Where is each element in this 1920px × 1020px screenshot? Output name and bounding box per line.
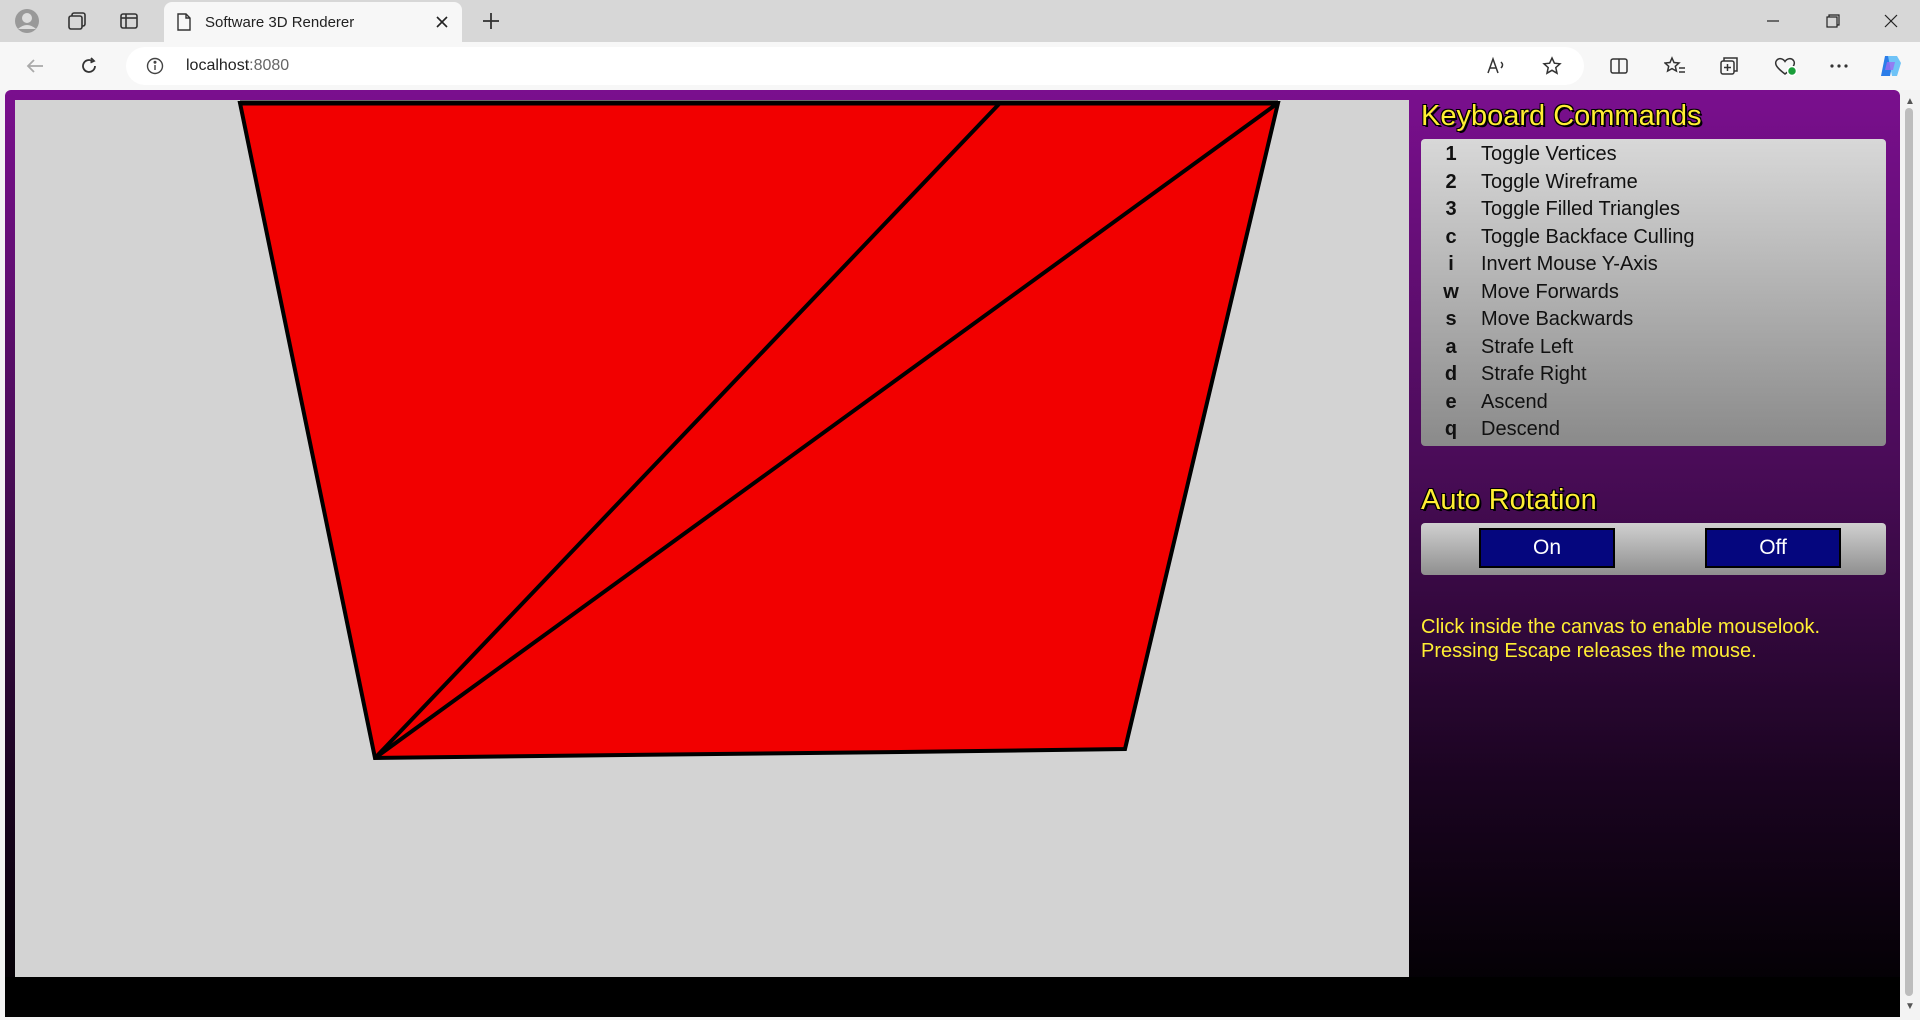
profile-icon[interactable] (12, 6, 42, 36)
keyboard-commands-list: 1 Toggle Vertices 2 Toggle Wireframe 3 Togg… (1421, 139, 1886, 446)
collections-icon[interactable] (1714, 51, 1744, 81)
back-arrow-icon[interactable] (20, 51, 50, 81)
new-tab-plus-icon[interactable] (476, 6, 506, 36)
command-label: Descend (1481, 418, 1560, 441)
auto-rotation-controls: On Off (1421, 522, 1886, 575)
scroll-down-icon[interactable]: ▼ (1903, 999, 1917, 1013)
page-viewport: Keyboard Commands 1 Toggle Vertices 2 Togg… (5, 90, 1900, 1017)
command-row: e Ascend (1421, 389, 1886, 417)
command-row: a Strafe Left (1421, 334, 1886, 362)
command-label: Toggle Wireframe (1481, 170, 1638, 193)
reload-icon[interactable] (74, 51, 104, 81)
auto-rotation-heading: Auto Rotation (1421, 483, 1597, 516)
command-label: Ascend (1481, 390, 1548, 413)
page-footer-strip (5, 977, 1900, 1017)
info-line: Pressing Escape releases the mouse. (1421, 639, 1757, 662)
command-label: Invert Mouse Y-Axis (1481, 253, 1658, 276)
scroll-up-icon[interactable]: ▲ (1903, 94, 1917, 108)
rotation-on-button[interactable]: On (1479, 527, 1615, 568)
command-row: 2 Toggle Wireframe (1421, 169, 1886, 197)
command-row: i Invert Mouse Y-Axis (1421, 251, 1886, 279)
page-scrollbar[interactable]: ▲ ▼ (1900, 90, 1920, 1017)
mouselook-info: Click inside the canvas to enable mousel… (1421, 615, 1891, 663)
command-label: Move Forwards (1481, 280, 1619, 303)
command-key: 3 (1445, 198, 1457, 221)
browser-titlebar: Software 3D Renderer (0, 0, 1920, 42)
page-icon (176, 13, 192, 36)
tab-actions-icon[interactable] (114, 6, 144, 36)
minimize-icon[interactable] (1742, 0, 1804, 42)
command-label: Move Backwards (1481, 308, 1634, 331)
command-label: Strafe Left (1481, 335, 1574, 358)
command-label: Strafe Right (1481, 363, 1587, 386)
favorite-star-icon[interactable] (1542, 56, 1562, 81)
command-key: i (1448, 253, 1454, 276)
close-icon[interactable] (430, 10, 454, 34)
browser-navbar: localhost:8080 (0, 42, 1920, 90)
command-label: Toggle Filled Triangles (1481, 198, 1680, 221)
command-label: Toggle Vertices (1481, 143, 1617, 166)
command-key: d (1444, 363, 1458, 386)
window-close-icon[interactable] (1860, 0, 1920, 42)
command-key: 2 (1445, 170, 1457, 193)
browser-essentials-icon[interactable] (1770, 51, 1800, 81)
site-info-icon[interactable] (146, 57, 164, 80)
scroll-thumb[interactable] (1905, 108, 1913, 996)
render-scene (15, 100, 1409, 977)
command-key: q (1444, 418, 1458, 441)
copilot-icon[interactable] (1876, 51, 1906, 81)
command-key: s (1445, 308, 1457, 331)
keyboard-commands-heading: Keyboard Commands (1421, 100, 1702, 132)
command-row: 3 Toggle Filled Triangles (1421, 196, 1886, 224)
favorites-icon[interactable] (1660, 51, 1690, 81)
command-label: Toggle Backface Culling (1481, 225, 1695, 248)
command-key: e (1445, 390, 1457, 413)
command-row: c Toggle Backface Culling (1421, 224, 1886, 252)
info-line: Click inside the canvas to enable mousel… (1421, 615, 1821, 638)
command-row: s Move Backwards (1421, 306, 1886, 334)
restore-icon[interactable] (1802, 0, 1864, 42)
filled-triangle (237, 101, 1281, 761)
command-key: a (1445, 335, 1457, 358)
command-key: c (1445, 225, 1457, 248)
rotation-off-button[interactable]: Off (1705, 527, 1841, 568)
command-row: q Descend (1421, 416, 1886, 444)
command-key: w (1443, 280, 1459, 303)
more-menu-icon[interactable] (1824, 51, 1854, 81)
split-screen-icon[interactable] (1604, 51, 1634, 81)
workspaces-icon[interactable] (62, 6, 92, 36)
read-aloud-icon[interactable] (1486, 56, 1508, 81)
command-row: w Move Forwards (1421, 279, 1886, 307)
command-row: d Strafe Right (1421, 361, 1886, 389)
url-text: localhost:8080 (186, 57, 290, 74)
address-bar[interactable]: localhost:8080 (126, 47, 1584, 85)
command-key: 1 (1445, 143, 1457, 166)
tab-title: Software 3D Renderer (205, 14, 355, 31)
tab-active[interactable]: Software 3D Renderer (164, 2, 462, 42)
command-row: 1 Toggle Vertices (1421, 141, 1886, 169)
side-panel: Keyboard Commands 1 Toggle Vertices 2 Togg… (1421, 100, 1891, 663)
render-canvas[interactable] (15, 100, 1409, 977)
